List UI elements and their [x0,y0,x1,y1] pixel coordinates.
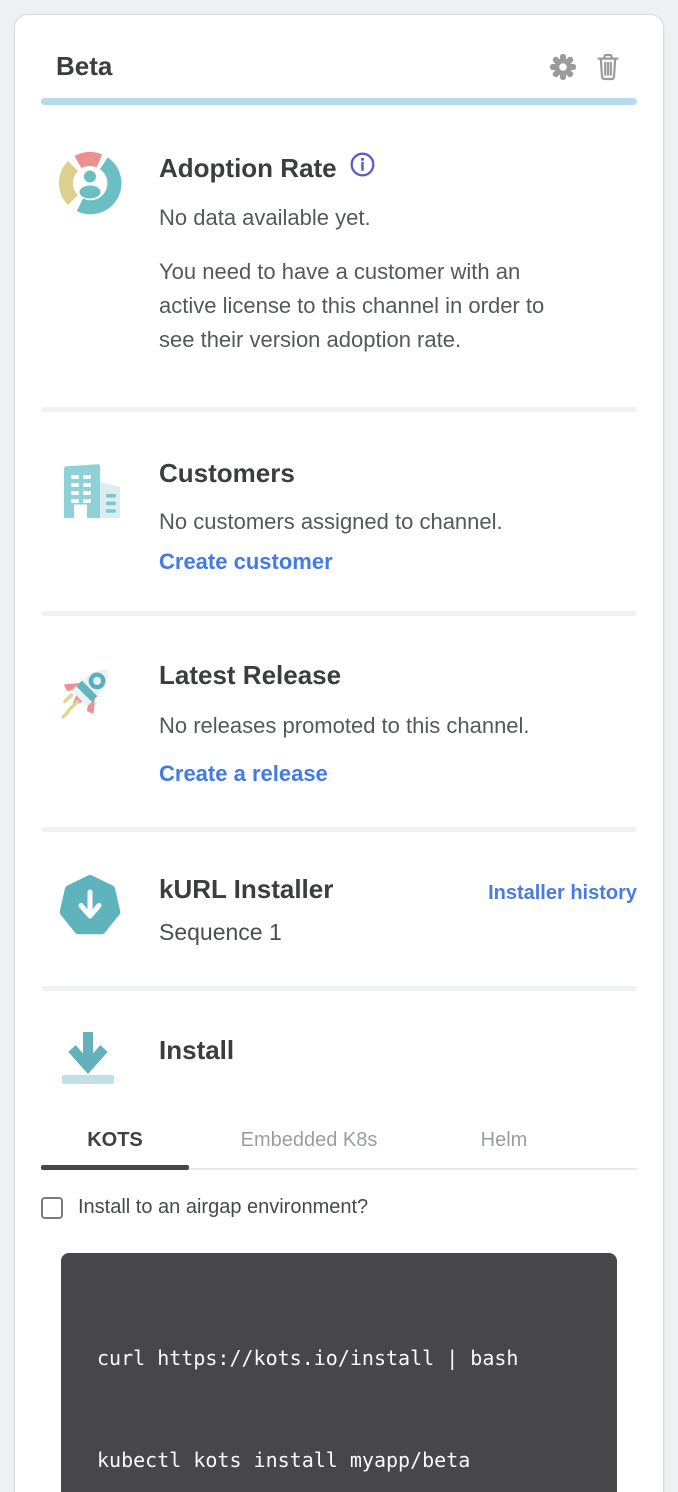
channel-accent-bar [41,98,637,105]
gear-icon [548,70,578,85]
adoption-rate-title: Adoption Rate [159,151,637,185]
customers-title: Customers [159,458,637,489]
channel-card: Beta [14,14,664,1492]
channel-settings-button[interactable] [548,52,578,82]
adoption-rate-content: Adoption Rate No data available yet. You… [159,149,637,357]
kurl-installer-content: kURL Installer Sequence 1 Installer hist… [159,872,637,946]
install-section-header: Install [41,991,637,1091]
airgap-checkbox-row: Install to an airgap environment? [41,1196,637,1219]
tab-kots[interactable]: KOTS [41,1129,189,1168]
install-method-tabs: KOTS Embedded K8s Helm [41,1129,637,1170]
installer-history-link[interactable]: Installer history [488,882,637,946]
create-customer-link[interactable]: Create customer [159,549,333,575]
customers-section: Customers No customers assigned to chann… [41,412,637,611]
airgap-checkbox[interactable] [41,1197,63,1219]
rocket-icon [56,658,124,787]
page-background: Beta [0,0,678,1492]
info-circle-icon[interactable] [349,151,376,185]
installer-sequence-label: Sequence 1 [159,919,488,946]
customers-content: Customers No customers assigned to chann… [159,456,637,575]
customers-empty-message: No customers assigned to channel. [159,505,637,539]
download-arrow-icon [56,1027,120,1091]
airgap-checkbox-label: Install to an airgap environment? [78,1196,368,1219]
kurl-installer-title: kURL Installer [159,874,488,905]
channel-title: Beta [56,51,112,82]
heptagon-download-icon [56,872,124,946]
latest-release-title: Latest Release [159,660,637,691]
buildings-icon [56,456,124,575]
install-command-line: kubectl kots install myapp/beta [97,1443,597,1477]
kurl-installer-text: kURL Installer Sequence 1 [159,872,488,946]
tab-helm[interactable]: Helm [429,1129,579,1168]
install-title: Install [159,1035,637,1066]
trash-icon [594,70,622,85]
latest-release-section: Latest Release No releases promoted to t… [41,616,637,827]
header-actions [548,52,622,82]
create-release-link[interactable]: Create a release [159,761,328,787]
latest-release-content: Latest Release No releases promoted to t… [159,658,637,787]
tab-embedded-k8s[interactable]: Embedded K8s [189,1129,429,1168]
kurl-installer-section: kURL Installer Sequence 1 Installer hist… [41,832,637,986]
adoption-empty-message: No data available yet. [159,201,637,235]
adoption-rate-section: Adoption Rate No data available yet. You… [41,105,637,407]
adoption-donut-user-icon [56,149,124,357]
latest-release-empty-message: No releases promoted to this channel. [159,709,637,743]
adoption-description: You need to have a customer with an acti… [159,255,564,357]
install-command-code-block: curl https://kots.io/install | bash kube… [61,1253,617,1492]
install-command-line: curl https://kots.io/install | bash [97,1341,597,1375]
channel-delete-button[interactable] [594,52,622,82]
card-header: Beta [41,15,637,98]
install-title-wrap: Install [159,1027,637,1091]
